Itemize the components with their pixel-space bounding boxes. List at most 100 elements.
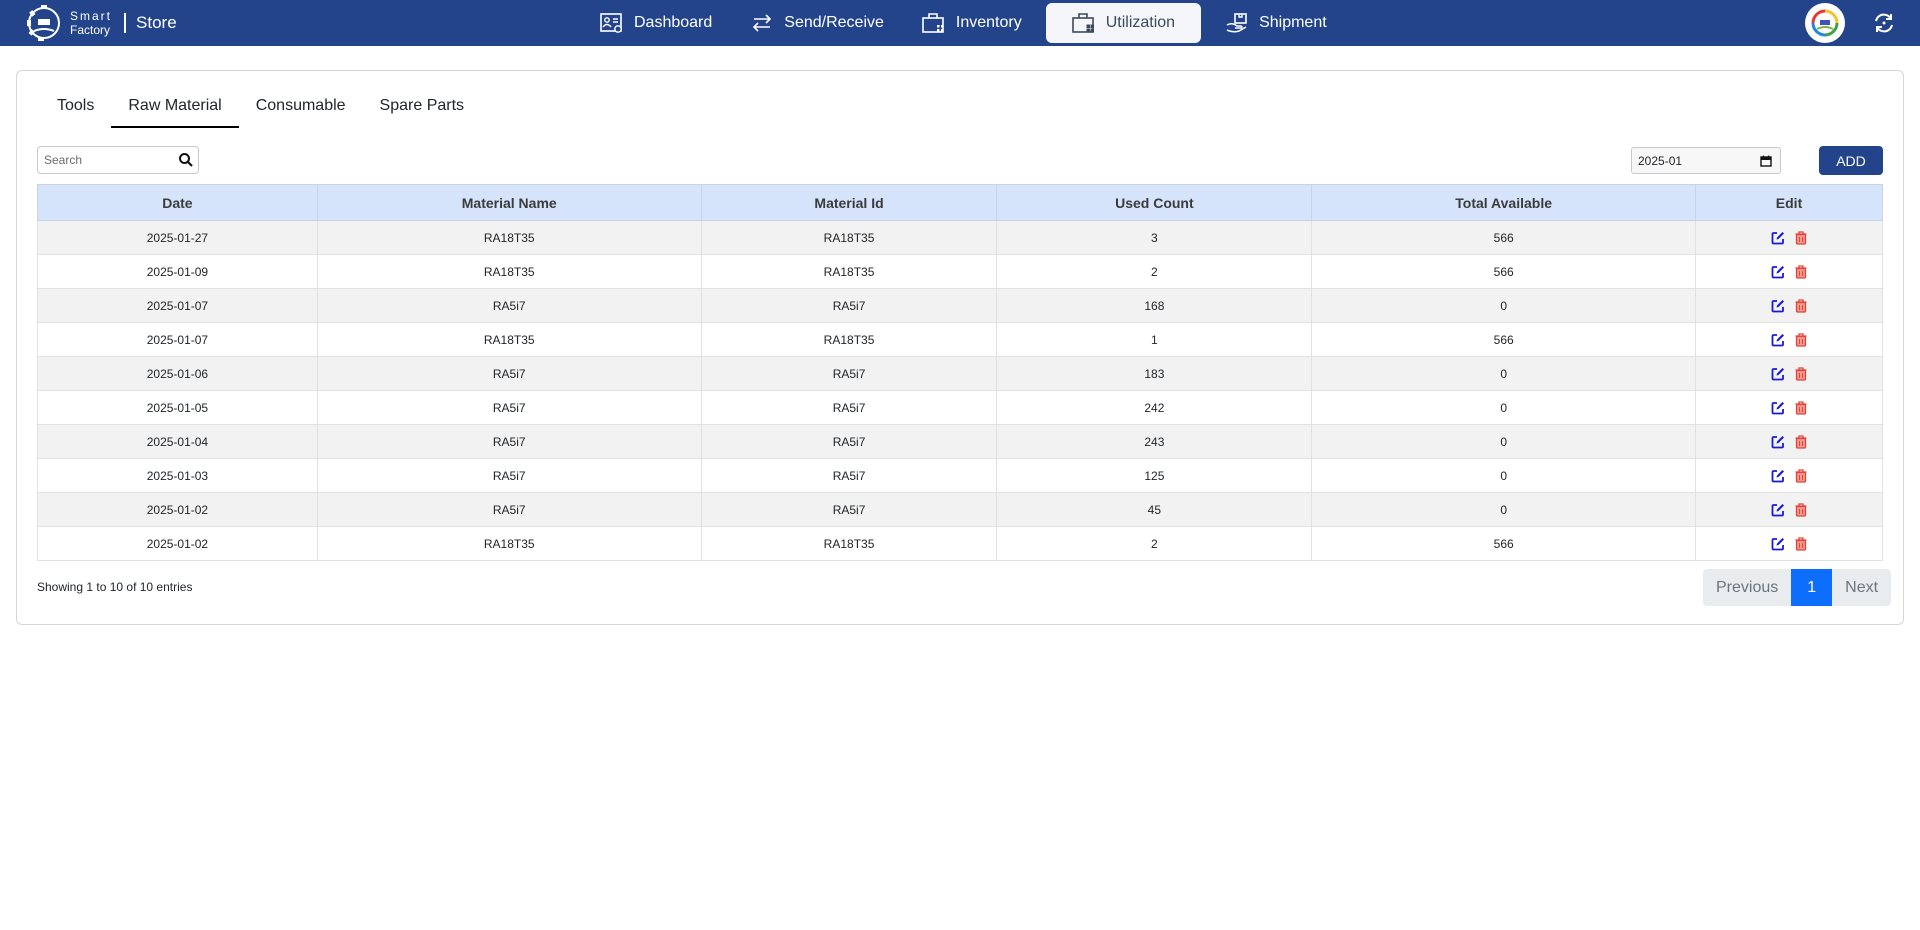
col-used-count[interactable]: Used Count	[996, 184, 1313, 221]
col-material-name[interactable]: Material Name	[316, 184, 702, 221]
cell-total-available: 566	[1311, 322, 1697, 357]
edit-icon[interactable]	[1771, 367, 1785, 381]
delete-icon[interactable]	[1795, 400, 1807, 415]
tab-raw-material[interactable]: Raw Material	[111, 90, 239, 128]
col-total-available[interactable]: Total Available	[1311, 184, 1697, 221]
brand-line1: Smart	[70, 9, 113, 23]
cell-date: 2025-01-02	[37, 526, 318, 561]
cell-material-name: RA5i7	[316, 424, 702, 459]
nav-dashboard[interactable]: Dashboard	[586, 3, 726, 43]
cell-material-id: RA18T35	[700, 220, 998, 255]
cell-date: 2025-01-07	[37, 288, 318, 323]
table-header-row: Date Material Name Material Id Used Coun…	[37, 184, 1883, 221]
cell-edit	[1695, 390, 1883, 425]
cell-date: 2025-01-27	[37, 220, 318, 255]
cell-used-count: 3	[996, 220, 1313, 255]
table-row: 2025-01-06 RA5i7 RA5i7 183 0	[37, 356, 1883, 391]
cell-material-id: RA18T35	[700, 254, 998, 289]
brand[interactable]: Smart Factory Store	[24, 2, 177, 44]
tab-spare-parts[interactable]: Spare Parts	[363, 90, 481, 128]
cell-used-count: 183	[996, 356, 1313, 391]
cell-total-available: 0	[1311, 458, 1697, 493]
cell-used-count: 168	[996, 288, 1313, 323]
cell-material-name: RA5i7	[316, 458, 702, 493]
cell-material-name: RA5i7	[316, 288, 702, 323]
nav-utilization[interactable]: Utilization	[1045, 3, 1202, 43]
nav-send-receive[interactable]: Send/Receive	[736, 3, 898, 43]
cell-used-count: 45	[996, 492, 1313, 527]
delete-icon[interactable]	[1795, 502, 1807, 517]
nav-inventory[interactable]: Inventory	[908, 3, 1036, 43]
briefcase-icon	[922, 13, 944, 33]
cell-total-available: 0	[1311, 424, 1697, 459]
refresh-button[interactable]	[1870, 9, 1898, 37]
edit-icon[interactable]	[1771, 265, 1785, 279]
month-value: 2025-01	[1638, 153, 1683, 168]
cell-total-available: 0	[1311, 288, 1697, 323]
edit-icon[interactable]	[1771, 537, 1785, 551]
cell-material-name: RA18T35	[316, 322, 702, 357]
col-date[interactable]: Date	[37, 184, 318, 221]
delete-icon[interactable]	[1795, 332, 1807, 347]
cell-material-id: RA18T35	[700, 322, 998, 357]
refresh-icon	[1875, 13, 1893, 33]
delete-icon[interactable]	[1795, 298, 1807, 313]
edit-icon[interactable]	[1771, 333, 1785, 347]
search-input[interactable]	[44, 153, 176, 167]
search-box	[37, 146, 199, 174]
delete-icon[interactable]	[1795, 434, 1807, 449]
previous-button[interactable]: Previous	[1703, 569, 1791, 606]
delete-icon[interactable]	[1795, 366, 1807, 381]
cell-edit	[1695, 322, 1883, 357]
pagination: Previous 1 Next	[1703, 569, 1892, 606]
cell-edit	[1695, 254, 1883, 289]
cell-used-count: 242	[996, 390, 1313, 425]
col-edit: Edit	[1695, 184, 1883, 221]
brand-line2: Factory	[70, 23, 111, 37]
nav-label: Shipment	[1259, 14, 1327, 31]
table-row: 2025-01-02 RA18T35 RA18T35 2 566	[37, 526, 1883, 561]
edit-icon[interactable]	[1771, 503, 1785, 517]
tab-tools[interactable]: Tools	[40, 90, 111, 128]
edit-icon[interactable]	[1771, 299, 1785, 313]
cell-used-count: 2	[996, 526, 1313, 561]
cell-material-name: RA18T35	[316, 526, 702, 561]
table-row: 2025-01-05 RA5i7 RA5i7 242 0	[37, 390, 1883, 425]
nav-label: Send/Receive	[784, 14, 884, 31]
edit-icon[interactable]	[1771, 231, 1785, 245]
delete-icon[interactable]	[1795, 468, 1807, 483]
nav-shipment[interactable]: Shipment	[1211, 3, 1341, 43]
col-material-id[interactable]: Material Id	[700, 184, 998, 221]
add-button[interactable]: ADD	[1819, 146, 1883, 175]
delete-icon[interactable]	[1795, 536, 1807, 551]
category-tabs: Tools Raw Material Consumable Spare Part…	[40, 90, 481, 128]
cell-edit	[1695, 424, 1883, 459]
utilization-table: Date Material Name Material Id Used Coun…	[37, 184, 1883, 561]
cell-material-id: RA5i7	[700, 390, 998, 425]
cell-total-available: 0	[1311, 390, 1697, 425]
table-row: 2025-01-07 RA18T35 RA18T35 1 566	[37, 322, 1883, 357]
tab-consumable[interactable]: Consumable	[239, 90, 363, 128]
user-avatar[interactable]	[1805, 3, 1845, 43]
cell-material-id: RA5i7	[700, 492, 998, 527]
brand-divider	[124, 13, 127, 33]
delete-icon[interactable]	[1795, 264, 1807, 279]
cell-date: 2025-01-05	[37, 390, 318, 425]
entries-info: Showing 1 to 10 of 10 entries	[37, 580, 193, 594]
next-button[interactable]: Next	[1832, 569, 1891, 606]
top-navbar: Smart Factory Store Dashboard Send/Recei…	[0, 0, 1920, 46]
cell-used-count: 243	[996, 424, 1313, 459]
edit-icon[interactable]	[1771, 435, 1785, 449]
month-picker[interactable]: 2025-01	[1631, 147, 1781, 174]
cell-edit	[1695, 356, 1883, 391]
cell-used-count: 1	[996, 322, 1313, 357]
edit-icon[interactable]	[1771, 469, 1785, 483]
page-1-button[interactable]: 1	[1791, 569, 1833, 606]
cell-edit	[1695, 288, 1883, 323]
delete-icon[interactable]	[1795, 230, 1807, 245]
cell-material-id: RA5i7	[700, 356, 998, 391]
cell-material-id: RA18T35	[700, 526, 998, 561]
edit-icon[interactable]	[1771, 401, 1785, 415]
search-icon[interactable]	[178, 152, 194, 168]
calendar-icon[interactable]	[1760, 155, 1772, 170]
